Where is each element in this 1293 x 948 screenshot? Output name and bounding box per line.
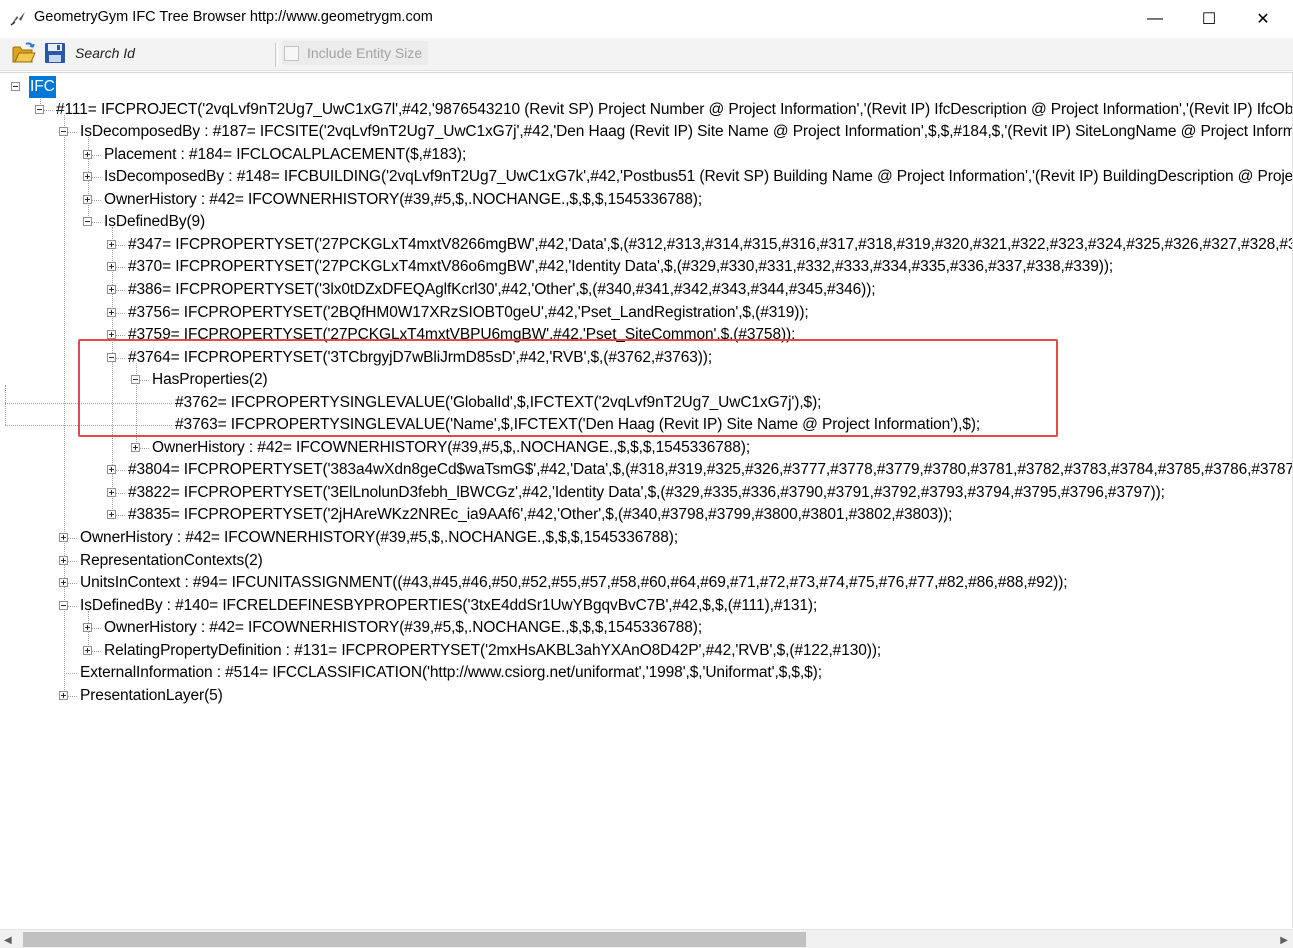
scroll-left-arrow-icon[interactable]: ◀ xyxy=(4,935,12,946)
expand-plus-icon[interactable] xyxy=(59,690,68,700)
annotation-highlight-box xyxy=(78,339,1058,437)
open-folder-icon[interactable] xyxy=(12,41,36,65)
tree-node-site[interactable]: IsDecomposedBy : #187= IFCSITE('2vqLvf9n… xyxy=(79,121,1293,143)
include-entity-size-toggle[interactable]: Include Entity Size xyxy=(282,41,429,65)
tree-node-label: OwnerHistory : #42= IFCOWNERHISTORY(#39,… xyxy=(152,438,751,456)
tree-node-label: #3756= IFCPROPERTYSET('2BQfHM0W17XRzSIOB… xyxy=(128,303,809,321)
tree-node-pset-3822[interactable]: #3822= IFCPROPERTYSET('3ElLnolunD3febh_l… xyxy=(127,482,1166,504)
expand-plus-icon[interactable] xyxy=(59,578,68,588)
horizontal-scroll-thumb[interactable] xyxy=(23,932,806,947)
app-window: GeometryGym IFC Tree Browser http://www.… xyxy=(0,0,1293,948)
tree-node-external-information[interactable]: ExternalInformation : #514= IFCCLASSIFIC… xyxy=(79,662,823,684)
save-disk-icon[interactable] xyxy=(44,42,66,64)
tree-node-label: OwnerHistory : #42= IFCOWNERHISTORY(#39,… xyxy=(104,619,703,637)
tree-node-label: IsDecomposedBy : #148= IFCBUILDING('2vqL… xyxy=(104,168,1293,186)
collapse-minus-icon[interactable] xyxy=(11,82,20,91)
minimize-button[interactable]: — xyxy=(1132,0,1178,38)
collapse-minus-icon[interactable] xyxy=(59,600,68,610)
tree-node-building[interactable]: IsDecomposedBy : #148= IFCBUILDING('2vqL… xyxy=(103,166,1293,188)
tree-node-units-in-context[interactable]: UnitsInContext : #94= IFCUNITASSIGNMENT(… xyxy=(79,572,1069,594)
expand-plus-icon[interactable] xyxy=(107,510,116,520)
tree-node-owner-history[interactable]: OwnerHistory : #42= IFCOWNERHISTORY(#39,… xyxy=(103,189,703,211)
tree-node-pset-386[interactable]: #386= IFCPROPERTYSET('3lx0tDZxDFEQAglfKc… xyxy=(127,279,876,301)
tree-node-pset-347[interactable]: #347= IFCPROPERTYSET('27PCKGLxT4mxtV8266… xyxy=(127,234,1293,256)
include-entity-size-checkbox[interactable] xyxy=(284,45,299,61)
tree-node-is-defined-by[interactable]: IsDefinedBy(9) xyxy=(103,211,206,233)
tree-branch-line xyxy=(64,673,77,675)
collapse-minus-icon[interactable] xyxy=(59,127,68,137)
search-id-button[interactable]: Search Id xyxy=(75,45,135,61)
expand-plus-icon[interactable] xyxy=(83,172,92,182)
tree-node-pset-3756[interactable]: #3756= IFCPROPERTYSET('2BQfHM0W17XRzSIOB… xyxy=(127,302,810,324)
tree-node-label: IsDecomposedBy : #187= IFCSITE('2vqLvf9n… xyxy=(80,123,1293,141)
expand-plus-icon[interactable] xyxy=(107,262,116,272)
expand-plus-icon[interactable] xyxy=(83,149,92,159)
expand-plus-icon[interactable] xyxy=(83,645,92,655)
tree-node-label: OwnerHistory : #42= IFCOWNERHISTORY(#39,… xyxy=(104,190,703,208)
close-button[interactable]: ✕ xyxy=(1240,0,1286,38)
tree-node-label: PresentationLayer(5) xyxy=(80,686,223,704)
expand-plus-icon[interactable] xyxy=(107,307,116,317)
expand-plus-icon[interactable] xyxy=(107,239,116,249)
ifc-tree-view[interactable]: IFC #111= IFCPROJECT('2vqLvf9nT2Ug7_UwC1x… xyxy=(0,72,1293,929)
horizontal-scrollbar[interactable]: ◀ ▶ xyxy=(0,929,1293,948)
tree-node-label: #3822= IFCPROPERTYSET('3ElLnolunD3febh_l… xyxy=(128,483,1165,501)
tree-node-label: IFC xyxy=(29,76,56,98)
tree-node-project-is-defined-by[interactable]: IsDefinedBy : #140= IFCRELDEFINESBYPROPE… xyxy=(79,595,818,617)
window-title: GeometryGym IFC Tree Browser http://www.… xyxy=(34,9,433,25)
expand-plus-icon[interactable] xyxy=(83,194,92,204)
tree-node-label: #3835= IFCPROPERTYSET('2jHAreWKz2NREc_ia… xyxy=(128,506,953,524)
tree-node-relating-property-definition[interactable]: RelatingPropertyDefinition : #131= IFCPR… xyxy=(103,640,882,662)
toolbar-separator xyxy=(275,43,276,67)
expand-plus-icon[interactable] xyxy=(107,487,116,497)
tree-node-label: RepresentationContexts(2) xyxy=(80,551,263,569)
tree-node-label: IsDefinedBy(9) xyxy=(104,213,206,231)
tree-node-project-owner-history[interactable]: OwnerHistory : #42= IFCOWNERHISTORY(#39,… xyxy=(79,527,679,549)
tree-node-pset-370[interactable]: #370= IFCPROPERTYSET('27PCKGLxT4mxtV86o6… xyxy=(127,256,1114,278)
tree-node-label: #347= IFCPROPERTYSET('27PCKGLxT4mxtV8266… xyxy=(128,235,1293,253)
tree-node-label: ExternalInformation : #514= IFCCLASSIFIC… xyxy=(80,664,822,682)
title-bar: GeometryGym IFC Tree Browser http://www.… xyxy=(0,0,1293,38)
tree-node-label: #111= IFCPROJECT('2vqLvf9nT2Ug7_UwC1xG7l… xyxy=(56,100,1293,118)
tree-node-pset-3764-owner-history[interactable]: OwnerHistory : #42= IFCOWNERHISTORY(#39,… xyxy=(151,437,751,459)
tree-node-pset-3804[interactable]: #3804= IFCPROPERTYSET('383a4wXdn8geCd$wa… xyxy=(127,459,1293,481)
maximize-button[interactable]: ☐ xyxy=(1186,0,1232,38)
collapse-minus-icon[interactable] xyxy=(83,217,92,227)
toolbar-separator-highlight xyxy=(277,43,278,67)
tree-node-label: #370= IFCPROPERTYSET('27PCKGLxT4mxtV86o6… xyxy=(128,258,1114,276)
tree-node-label: RelatingPropertyDefinition : #131= IFCPR… xyxy=(104,641,882,659)
scroll-right-arrow-icon[interactable]: ▶ xyxy=(1280,935,1288,946)
expand-plus-icon[interactable] xyxy=(107,330,116,340)
geometrygym-app-icon xyxy=(10,12,25,26)
expand-plus-icon[interactable] xyxy=(59,533,68,542)
include-entity-size-label: Include Entity Size xyxy=(307,45,423,61)
expand-plus-icon[interactable] xyxy=(83,623,92,633)
tree-node-label: #3804= IFCPROPERTYSET('383a4wXdn8geCd$wa… xyxy=(128,461,1293,479)
tree-node-pset-3835[interactable]: #3835= IFCPROPERTYSET('2jHAreWKz2NREc_ia… xyxy=(127,504,953,526)
tree-node-ifcproject[interactable]: #111= IFCPROJECT('2vqLvf9nT2Ug7_UwC1xG7l… xyxy=(55,99,1293,121)
tree-node-representation-contexts[interactable]: RepresentationContexts(2) xyxy=(79,550,264,572)
tree-node-label: IsDefinedBy : #140= IFCRELDEFINESBYPROPE… xyxy=(80,596,818,614)
expand-plus-icon[interactable] xyxy=(107,465,116,475)
tree-node-placement[interactable]: Placement : #184= IFCLOCALPLACEMENT($,#1… xyxy=(103,144,467,166)
tree-node-label: #386= IFCPROPERTYSET('3lx0tDZxDFEQAglfKc… xyxy=(128,280,876,298)
tree-node-ifc-root[interactable]: IFC xyxy=(29,76,56,98)
expand-plus-icon[interactable] xyxy=(131,442,140,452)
tree-node-label: OwnerHistory : #42= IFCOWNERHISTORY(#39,… xyxy=(80,529,679,546)
tree-node-label: Placement : #184= IFCLOCALPLACEMENT($,#1… xyxy=(104,145,467,163)
tree-guide-line xyxy=(5,385,6,426)
collapse-minus-icon[interactable] xyxy=(35,104,44,114)
toolbar: Search Id Include Entity Size xyxy=(0,38,1293,71)
expand-plus-icon[interactable] xyxy=(59,555,68,565)
tree-node-rel-owner-history[interactable]: OwnerHistory : #42= IFCOWNERHISTORY(#39,… xyxy=(103,617,703,639)
tree-node-label: UnitsInContext : #94= IFCUNITASSIGNMENT(… xyxy=(80,574,1068,592)
expand-plus-icon[interactable] xyxy=(107,284,116,294)
tree-node-presentation-layer[interactable]: PresentationLayer(5) xyxy=(79,685,224,707)
